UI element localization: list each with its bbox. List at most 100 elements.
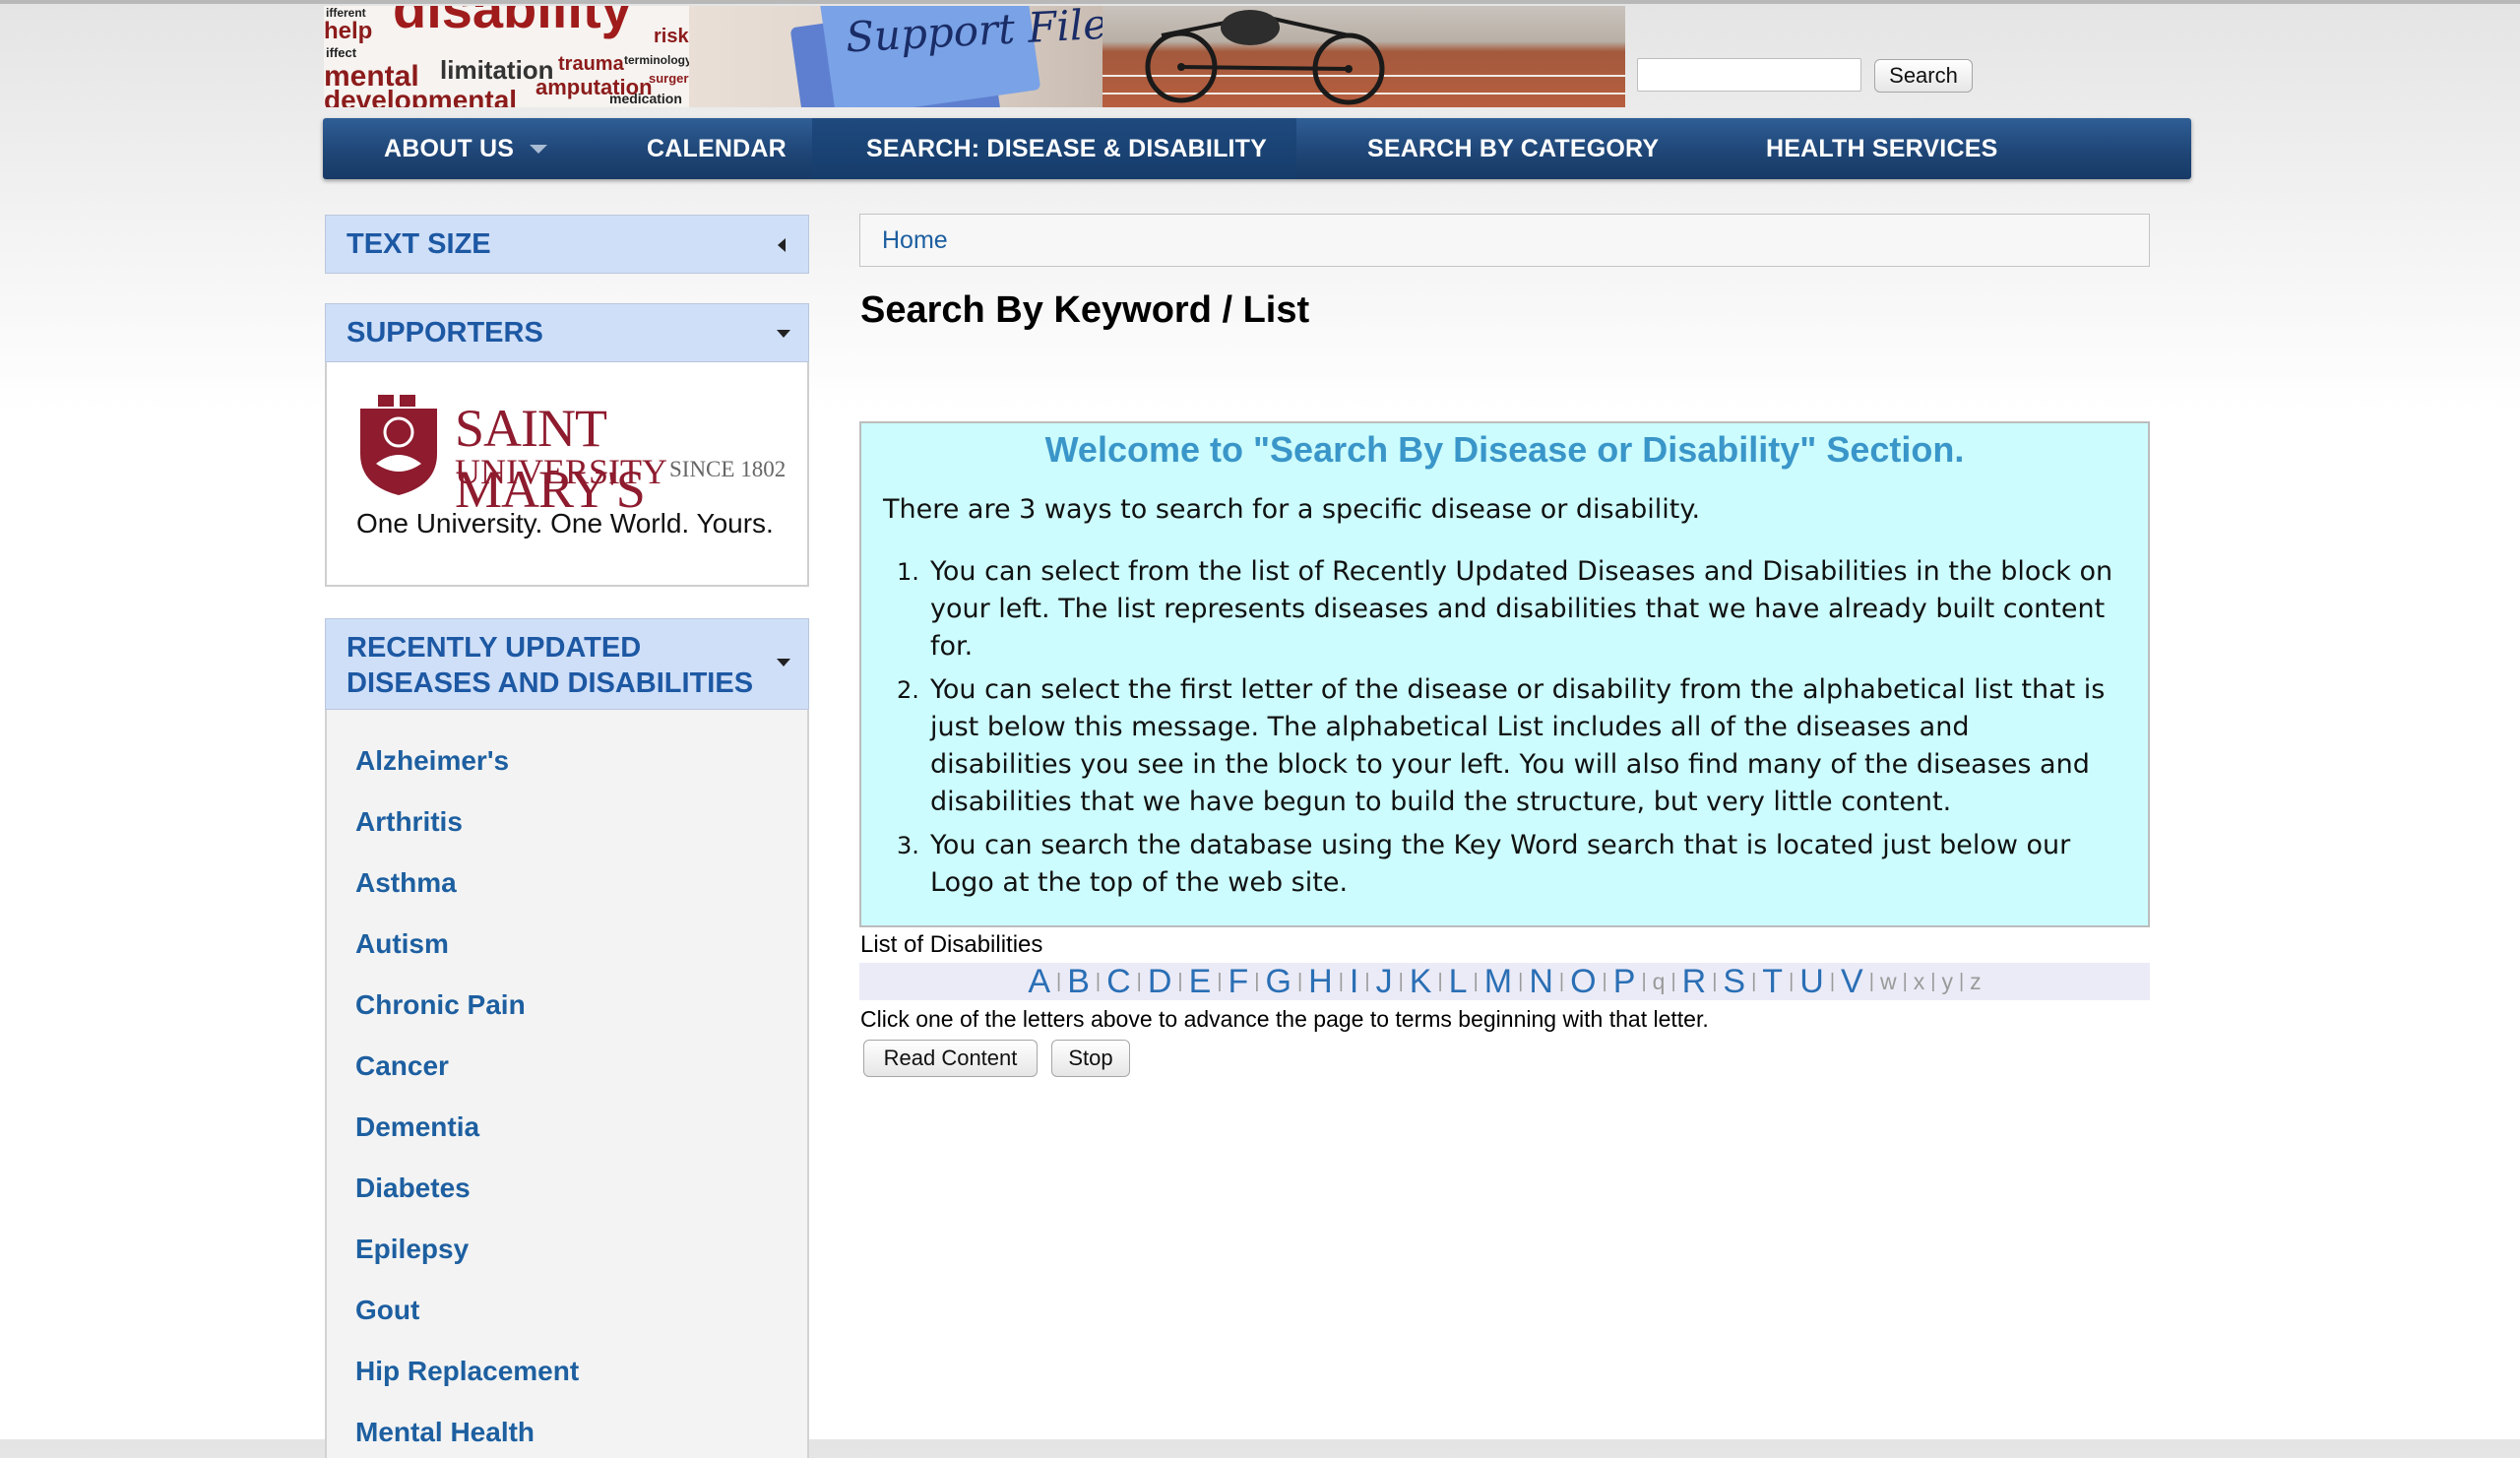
alphabet-letter-k[interactable]: K	[1410, 963, 1432, 1001]
logo-university: UNIVERSITY	[455, 452, 667, 491]
list-item-dementia[interactable]: Dementia	[355, 1111, 479, 1143]
search-button[interactable]: Search	[1874, 59, 1973, 93]
alphabet-letter-g[interactable]: G	[1266, 963, 1292, 1001]
list-item-chronic-pain[interactable]: Chronic Pain	[355, 989, 526, 1021]
item-number: 3.	[897, 832, 919, 859]
nav-calendar[interactable]: CALENDAR	[619, 118, 814, 179]
alphabet-letter-z: z	[1970, 968, 1982, 994]
list-item-asthma[interactable]: Asthma	[355, 867, 457, 899]
recent-title-line: RECENTLY UPDATED	[346, 632, 642, 664]
alphabet-letter-h[interactable]: H	[1308, 963, 1333, 1001]
recently-updated-block-header[interactable]: RECENTLY UPDATED DISEASES AND DISABILITI…	[325, 618, 809, 710]
alphabet-letter-m[interactable]: M	[1484, 963, 1512, 1001]
banner-word: help	[324, 18, 373, 44]
list-item-gout[interactable]: Gout	[355, 1295, 419, 1326]
item-line: disabilities you see in the block to you…	[930, 749, 2090, 780]
welcome-message-box: Welcome to "Search By Disease or Disabil…	[859, 421, 2150, 927]
alphabet-separator: |	[1670, 970, 1676, 992]
item-line: Logo at the top of the web site.	[930, 867, 1349, 898]
alphabet-letter-f[interactable]: F	[1228, 963, 1249, 1001]
list-item-diabetes[interactable]: Diabetes	[355, 1173, 471, 1204]
alphabet-letter-b[interactable]: B	[1067, 963, 1090, 1001]
list-item-arthritis[interactable]: Arthritis	[355, 806, 463, 838]
alphabet-letter-a[interactable]: A	[1028, 963, 1050, 1001]
alphabet-letter-t[interactable]: T	[1762, 963, 1783, 1001]
alphabet-letter-w: w	[1879, 968, 1897, 994]
header-banner[interactable]: ifferent help disability risk iffect men…	[324, 6, 1625, 107]
nav-about-us[interactable]: ABOUT US	[384, 118, 548, 179]
banner-word: medication	[609, 91, 682, 106]
nav-search-disease-disability[interactable]: SEARCH: DISEASE & DISABILITY	[812, 118, 1296, 179]
alphabet-letter-j[interactable]: J	[1376, 963, 1393, 1001]
alphabet-letter-p[interactable]: P	[1613, 963, 1636, 1001]
item-line: just below this message. The alphabetica…	[930, 712, 1970, 742]
alphabet-separator: |	[1338, 970, 1344, 992]
read-content-button[interactable]: Read Content	[863, 1040, 1038, 1077]
alphabet-letter-q: q	[1652, 968, 1666, 994]
banner-word-collage: ifferent help disability risk iffect men…	[324, 6, 689, 107]
alphabet-separator: |	[1254, 970, 1260, 992]
alphabet-separator: |	[1398, 970, 1404, 992]
chevron-down-icon	[777, 659, 790, 666]
item-number: 1.	[897, 558, 919, 586]
alphabet-separator: |	[1789, 970, 1795, 992]
collapse-left-icon	[778, 238, 786, 252]
nav-health-services[interactable]: HEALTH SERVICES	[1766, 118, 1997, 179]
list-item-cancer[interactable]: Cancer	[355, 1050, 449, 1082]
alphabet-letter-o[interactable]: O	[1570, 963, 1596, 1001]
welcome-intro: There are 3 ways to search for a specifi…	[883, 494, 1701, 525]
alphabet-separator: |	[1868, 970, 1874, 992]
alphabet-separator: |	[1558, 970, 1565, 992]
page-title: Search By Keyword / List	[860, 289, 1310, 331]
item-line: You can search the database using the Ke…	[930, 830, 2071, 860]
banner-word: disability	[393, 6, 632, 39]
supporters-body: SAINT MARY'S UNIVERSITY SINCE 1802 One U…	[325, 362, 809, 587]
alphabet-letter-v[interactable]: V	[1841, 963, 1863, 1001]
alphabet-hint: Click one of the letters above to advanc…	[860, 1006, 1709, 1032]
alphabet-letter-u[interactable]: U	[1799, 963, 1824, 1001]
alphabet-letter-e[interactable]: E	[1189, 963, 1212, 1001]
alphabet-separator: |	[1641, 970, 1647, 992]
search-input[interactable]	[1637, 58, 1861, 92]
breadcrumb: Home	[859, 214, 2150, 267]
breadcrumb-home-link[interactable]: Home	[882, 226, 948, 255]
list-item-epilepsy[interactable]: Epilepsy	[355, 1234, 469, 1265]
alphabet-letter-n[interactable]: N	[1529, 963, 1553, 1001]
list-item-alzheimers[interactable]: Alzheimer's	[355, 745, 509, 777]
saint-marys-logo[interactable]: SAINT MARY'S UNIVERSITY SINCE 1802 One U…	[327, 362, 807, 585]
alphabet-letter-l[interactable]: L	[1449, 963, 1468, 1001]
banner-word: developmental	[324, 85, 518, 107]
nav-label: HEALTH SERVICES	[1766, 134, 1998, 162]
nav-label: CALENDAR	[647, 134, 787, 162]
alphabet-letter-d[interactable]: D	[1148, 963, 1172, 1001]
alphabet-separator: |	[1751, 970, 1757, 992]
alphabet-letter-c[interactable]: C	[1106, 963, 1131, 1001]
alphabet-letter-r[interactable]: R	[1682, 963, 1707, 1001]
alphabet-letter-y: y	[1941, 968, 1953, 994]
instruction-item: 2. You can select the first letter of th…	[897, 671, 2127, 821]
nav-label: SEARCH: DISEASE & DISABILITY	[866, 134, 1268, 162]
alphabet-separator: |	[1296, 970, 1303, 992]
alphabet-letter-i[interactable]: I	[1350, 963, 1358, 1001]
chevron-down-icon	[530, 144, 548, 154]
stop-button[interactable]: Stop	[1051, 1040, 1130, 1077]
nav-search-by-category[interactable]: SEARCH BY CATEGORY	[1367, 118, 1659, 179]
supporters-block-header[interactable]: SUPPORTERS	[325, 303, 809, 362]
alphabet-letter-x: x	[1913, 968, 1925, 994]
alphabet-separator: |	[1930, 970, 1936, 992]
chevron-down-icon	[777, 330, 790, 338]
banner-word: surgery	[649, 71, 689, 86]
alphabet-letter-s[interactable]: S	[1723, 963, 1745, 1001]
banner-word: iffect	[326, 45, 357, 60]
alphabet-separator: |	[1437, 970, 1443, 992]
alphabet-separator: |	[1602, 970, 1607, 992]
instruction-item: 1. You can select from the list of Recen…	[897, 553, 2127, 666]
alphabet-separator: |	[1217, 970, 1223, 992]
list-item-hip-replacement[interactable]: Hip Replacement	[355, 1356, 579, 1387]
list-item-autism[interactable]: Autism	[355, 928, 449, 960]
text-size-title: TEXT SIZE	[346, 228, 491, 260]
logo-tagline: One University. One World. Yours.	[356, 508, 774, 539]
list-item-mental-health[interactable]: Mental Health	[355, 1417, 535, 1448]
supporters-title: SUPPORTERS	[346, 317, 543, 349]
text-size-block-header[interactable]: TEXT SIZE	[325, 215, 809, 274]
